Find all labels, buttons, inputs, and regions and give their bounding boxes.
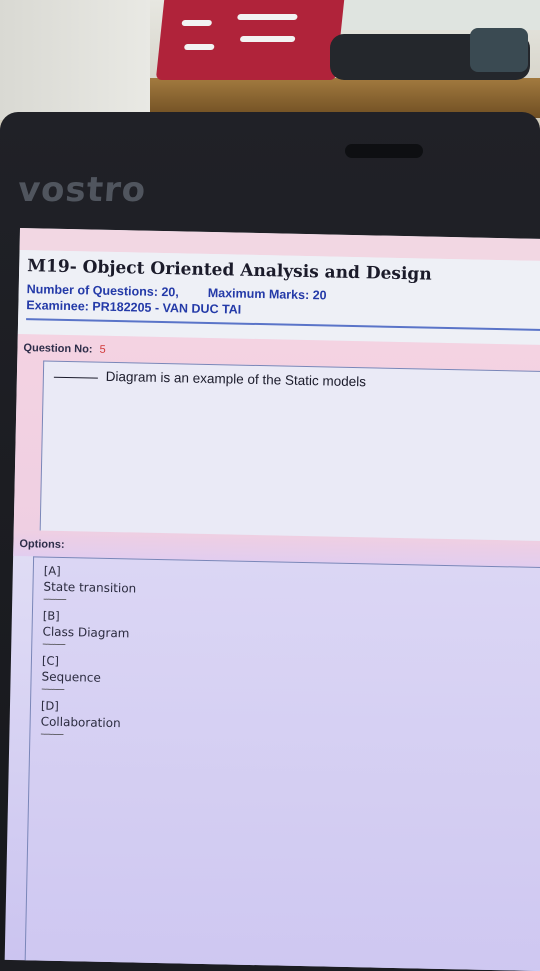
num-questions-label: Number of Questions: [26, 282, 159, 299]
num-questions-value: 20, [161, 284, 179, 300]
option-c[interactable]: [C] Sequence ---------- [41, 654, 540, 705]
option-d[interactable]: [D] Collaboration ---------- [40, 699, 540, 750]
question-box: Diagram is an example of the Static mode… [39, 360, 540, 542]
question-number-value: 5 [99, 343, 106, 356]
option-b[interactable]: [B] Class Diagram ---------- [42, 609, 540, 660]
exam-header: M19- Object Oriented Analysis and Design… [17, 249, 540, 346]
laptop-brand-logo: vostro [16, 170, 148, 210]
background-scene [0, 0, 540, 130]
exam-title: M19- Object Oriented Analysis and Design [26, 256, 432, 285]
question-number-label: Question No: [23, 342, 93, 356]
question-section: Question No: 5 Diagram is an example of … [13, 333, 540, 542]
max-marks-value: 20 [312, 288, 327, 303]
option-a[interactable]: [A] State transition ---------- [43, 564, 540, 615]
question-text: Diagram is an example of the Static mode… [105, 368, 367, 390]
max-marks-label: Maximum Marks: [207, 285, 310, 303]
question-text-line: Diagram is an example of the Static mode… [53, 368, 540, 393]
examinee-value: PR182205 - VAN DUC TAI [92, 299, 242, 317]
exam-screen: M19- Object Oriented Analysis and Design… [4, 228, 540, 971]
webcam [345, 144, 423, 158]
red-chair [155, 0, 345, 80]
cup [470, 28, 528, 72]
examinee-label: Examinee: [26, 298, 90, 314]
answer-blank [53, 376, 98, 379]
window [340, 0, 540, 30]
options-box: [A] State transition ---------- [B] Clas… [24, 556, 540, 971]
wall [0, 0, 150, 120]
